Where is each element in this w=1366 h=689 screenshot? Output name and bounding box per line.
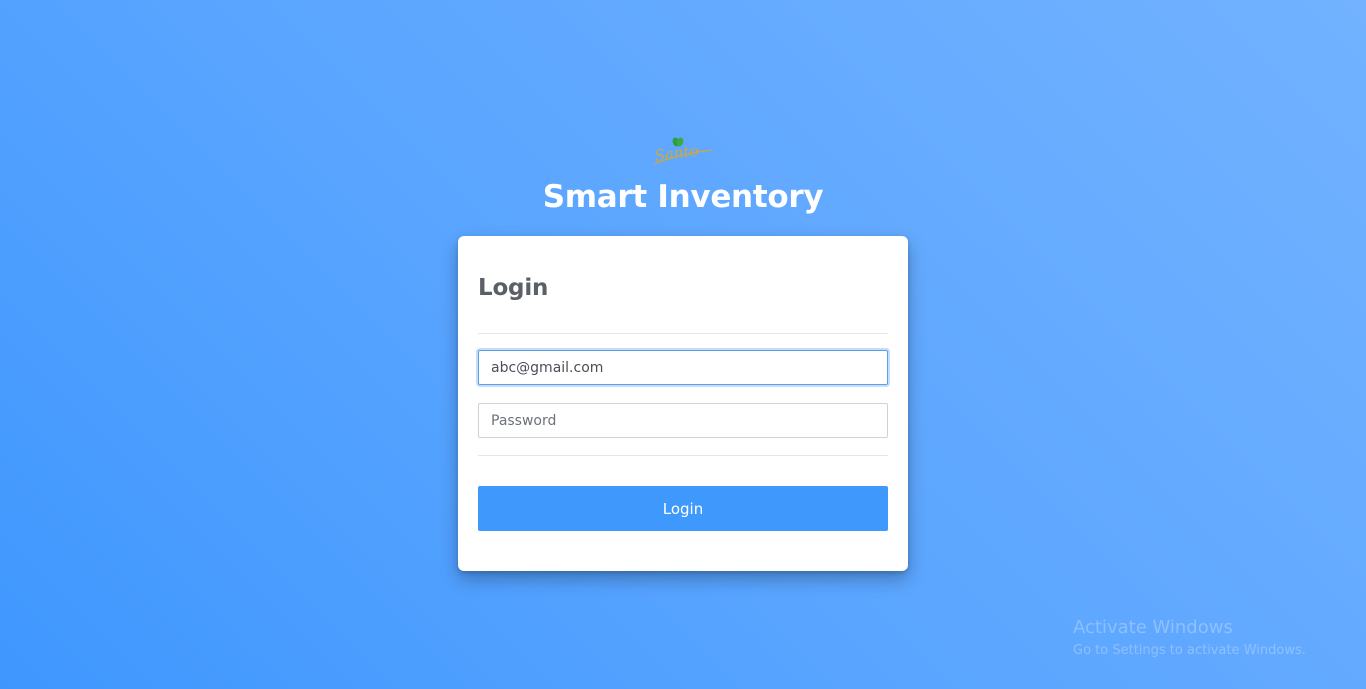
login-heading: Login bbox=[478, 275, 549, 301]
login-button[interactable]: Login bbox=[478, 486, 888, 531]
login-card: Login Login bbox=[458, 236, 908, 571]
divider-bottom bbox=[478, 455, 888, 456]
divider-top bbox=[478, 333, 888, 334]
logo-graphic: Santo bbox=[654, 137, 713, 165]
logo-wordmark: Santo bbox=[654, 141, 700, 165]
watermark-title: Activate Windows bbox=[1073, 617, 1233, 638]
brand-logo: Santo bbox=[648, 134, 718, 170]
watermark-subtitle: Go to Settings to activate Windows. bbox=[1073, 643, 1306, 658]
password-field[interactable] bbox=[478, 403, 888, 438]
activation-watermark: Activate Windows Go to Settings to activ… bbox=[1073, 617, 1306, 663]
app-title: Smart Inventory bbox=[542, 179, 824, 215]
email-field[interactable] bbox=[478, 350, 888, 385]
